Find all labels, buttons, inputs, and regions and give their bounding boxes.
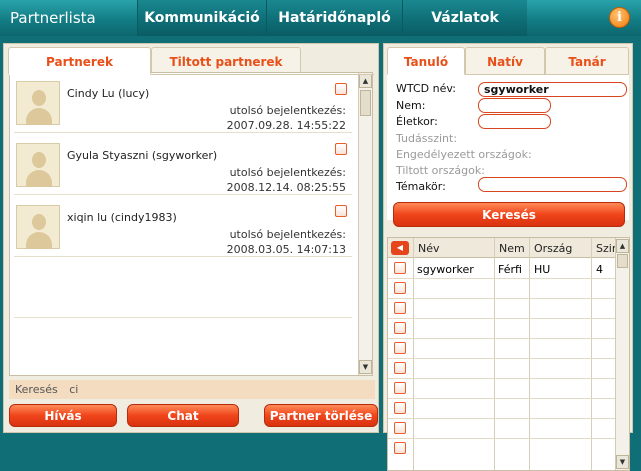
table-row[interactable] — [388, 399, 616, 419]
row-checkbox[interactable] — [394, 322, 406, 334]
partner-name: xiqin lu (cindy1983) — [67, 211, 177, 224]
partner-checkbox[interactable] — [335, 205, 347, 217]
search-button[interactable]: Keresés — [393, 202, 625, 227]
search-input[interactable]: ci — [69, 383, 78, 396]
row-checkbox[interactable] — [394, 262, 406, 274]
app-title: Partnerlista — [10, 9, 96, 27]
last-login-label: utolsó bejelentkezés: — [229, 228, 346, 241]
last-login-label: utolsó bejelentkezés: — [229, 166, 346, 179]
age-field[interactable] — [478, 114, 551, 129]
top-navigation-bar: Partnerlista Kommunikáció Határidőnapló … — [0, 0, 641, 36]
nav-tab-kommunikacio[interactable]: Kommunikáció — [137, 0, 266, 36]
avatar — [16, 81, 60, 125]
row-checkbox[interactable] — [394, 342, 406, 354]
cell-country: HU — [534, 263, 551, 276]
search-form: WTCD név: sgyworker Nem: Életkor: Tudáss… — [387, 75, 629, 220]
column-header-nev[interactable]: Név — [418, 242, 440, 255]
list-item[interactable]: Gyula Styaszni (sgyworker) utolsó bejele… — [14, 139, 352, 195]
scroll-up-icon[interactable]: ▲ — [616, 239, 629, 253]
row-checkbox[interactable] — [394, 422, 406, 434]
table-row[interactable] — [388, 279, 616, 299]
column-header-orszag[interactable]: Ország — [534, 242, 572, 255]
partner-checkbox[interactable] — [335, 83, 347, 95]
row-checkbox[interactable] — [394, 402, 406, 414]
results-table: ◀ Név Nem Ország Szint sgyworker Férfi H… — [387, 237, 630, 471]
tab-partnerek[interactable]: Partnerek — [8, 47, 151, 75]
scroll-up-icon[interactable]: ▲ — [359, 74, 372, 88]
column-header-nem[interactable]: Nem — [499, 242, 525, 255]
table-row[interactable] — [388, 319, 616, 339]
gender-label: Nem: — [396, 99, 426, 112]
gender-field[interactable] — [478, 98, 551, 113]
list-item[interactable]: xiqin lu (cindy1983) utolsó bejelentkezé… — [14, 201, 352, 257]
scroll-thumb[interactable] — [617, 254, 628, 268]
delete-partner-button[interactable]: Partner törlése — [264, 404, 378, 427]
last-login-time: 2007.09.28. 14:55:22 — [226, 119, 346, 132]
tab-tanulo[interactable]: Tanuló — [387, 47, 465, 75]
level-label: Tudásszint: — [396, 132, 458, 145]
banned-countries-label: Tiltott országok: — [396, 164, 485, 177]
results-scrollbar[interactable]: ▲ ▼ — [615, 238, 629, 470]
search-panel: Tanuló Natív Tanár WTCD név: sgyworker N… — [383, 43, 633, 471]
partner-name: Gyula Styaszni (sgyworker) — [67, 149, 218, 162]
nav-tab-hataridonaplo[interactable]: Határidőnapló — [266, 0, 402, 36]
tab-tiltott-partnerek[interactable]: Tiltott partnerek — [151, 47, 301, 75]
scroll-thumb[interactable] — [360, 90, 371, 116]
tab-nativ[interactable]: Natív — [465, 47, 545, 75]
table-row[interactable] — [388, 439, 616, 459]
row-checkbox[interactable] — [394, 362, 406, 374]
cell-gender: Férfi — [498, 263, 522, 276]
table-header: ◀ Név Nem Ország Szint — [388, 238, 623, 258]
partner-list: Cindy Lu (lucy) utolsó bejelentkezés: 20… — [9, 72, 373, 376]
table-row[interactable]: sgyworker Férfi HU 4 — [388, 259, 616, 279]
avatar — [16, 205, 60, 249]
scroll-down-icon[interactable]: ▼ — [359, 360, 372, 374]
wtcd-label: WTCD név: — [396, 82, 456, 95]
cell-name: sgyworker — [417, 263, 474, 276]
call-button[interactable]: Hívás — [9, 404, 117, 427]
table-row[interactable] — [388, 339, 616, 359]
last-login-time: 2008.03.05. 14:07:13 — [226, 243, 346, 256]
topic-field[interactable] — [478, 177, 627, 192]
cell-level: 4 — [596, 263, 603, 276]
partner-name: Cindy Lu (lucy) — [67, 87, 150, 100]
row-checkbox[interactable] — [394, 282, 406, 294]
row-checkbox[interactable] — [394, 442, 406, 454]
nav-tab-vazlatok[interactable]: Vázlatok — [402, 0, 527, 36]
list-item[interactable]: Cindy Lu (lucy) utolsó bejelentkezés: 20… — [14, 77, 352, 133]
row-checkbox[interactable] — [394, 302, 406, 314]
wtcd-name-field[interactable]: sgyworker — [478, 82, 627, 97]
row-checkbox[interactable] — [394, 382, 406, 394]
scroll-down-icon[interactable]: ▼ — [616, 455, 629, 469]
search-label: Keresés — [15, 383, 58, 396]
tab-tanar[interactable]: Tanár — [545, 47, 629, 75]
table-row[interactable] — [388, 419, 616, 439]
info-icon[interactable]: i — [609, 7, 630, 28]
partner-search-bar[interactable]: Keresés ci — [9, 380, 375, 399]
partner-list-scrollbar[interactable]: ▲ ▼ — [358, 73, 372, 375]
list-separator — [14, 317, 352, 318]
last-login-time: 2008.12.14. 08:25:55 — [226, 181, 346, 194]
last-login-label: utolsó bejelentkezés: — [229, 104, 346, 117]
allowed-countries-label: Engedélyezett országok: — [396, 148, 532, 161]
back-arrow-icon[interactable]: ◀ — [391, 241, 409, 255]
table-row[interactable] — [388, 299, 616, 319]
table-row[interactable] — [388, 379, 616, 399]
topic-label: Témakör: — [396, 180, 446, 193]
table-row[interactable] — [388, 359, 616, 379]
chat-button[interactable]: Chat — [127, 404, 239, 427]
avatar — [16, 143, 60, 187]
age-label: Életkor: — [396, 115, 438, 128]
partner-checkbox[interactable] — [335, 143, 347, 155]
